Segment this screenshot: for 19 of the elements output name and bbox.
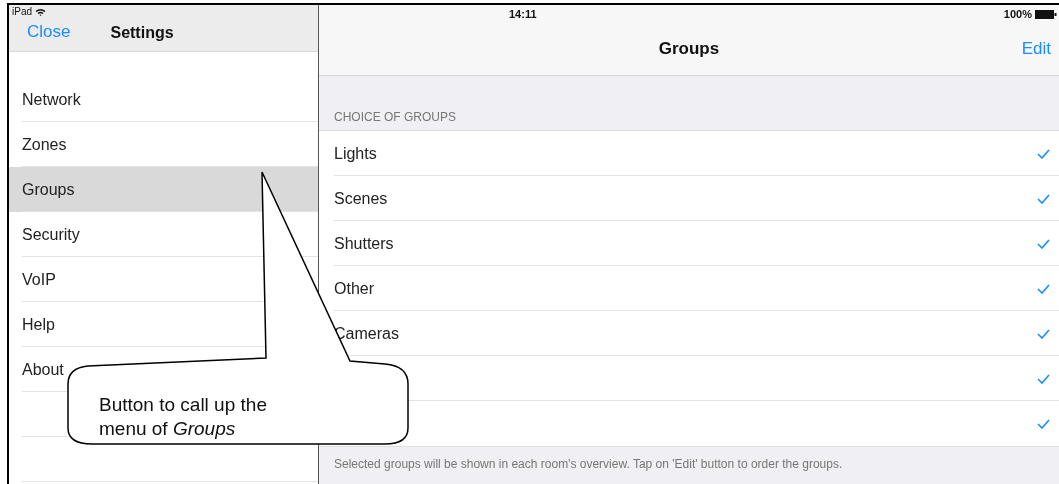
footer-note: Selected groups will be shown in each room's overview. Tap on 'Edit' button to order the groups. xyxy=(333,456,844,473)
status-time: 14:11 xyxy=(509,8,537,20)
section-header: CHOICE OF GROUPS xyxy=(333,109,457,126)
group-label: Shutters xyxy=(334,234,394,253)
group-row[interactable]: Lights xyxy=(319,131,1059,176)
nav-title: Groups xyxy=(658,39,720,59)
device-label: iPad xyxy=(12,6,32,17)
group-row[interactable]: Scenes xyxy=(319,176,1059,221)
wifi-icon xyxy=(35,7,46,16)
battery-percent: 100% xyxy=(1003,8,1032,20)
group-label: Other xyxy=(334,279,374,298)
group-row[interactable]: Shutters xyxy=(319,221,1059,266)
callout-text: Button to call up the menu of Groups xyxy=(99,393,268,441)
group-label: Lights xyxy=(334,144,377,163)
group-label: Scenes xyxy=(334,189,388,208)
sidebar-item[interactable]: Groups xyxy=(9,167,318,212)
settings-title: Settings xyxy=(110,24,174,42)
battery-icon xyxy=(1035,9,1057,19)
group-row[interactable]: Other xyxy=(319,266,1059,311)
